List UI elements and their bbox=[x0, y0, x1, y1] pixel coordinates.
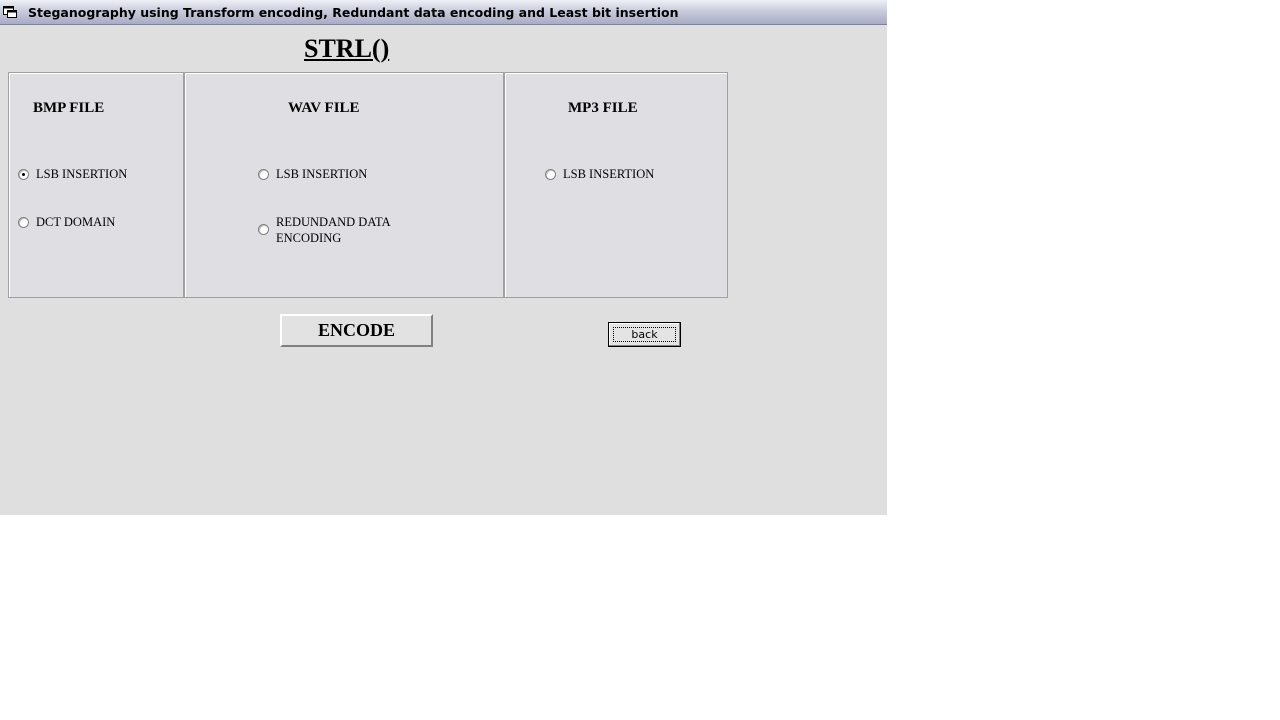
focus-rectangle bbox=[613, 327, 676, 342]
radio-button[interactable] bbox=[545, 169, 556, 180]
radio-label: LSB INSERTION bbox=[563, 167, 655, 181]
radio-button[interactable] bbox=[18, 217, 29, 228]
radio-label: LSB INSERTION bbox=[36, 167, 128, 181]
mp3-file-title: MP3 FILE bbox=[568, 100, 638, 116]
radio-label: DCT DOMAIN bbox=[36, 215, 116, 229]
back-button[interactable]: back bbox=[608, 322, 681, 347]
mp3-lsb-insertion-option[interactable]: LSB INSERTION bbox=[545, 166, 654, 182]
window-title: Steganography using Transform encoding, … bbox=[28, 5, 679, 20]
radio-button-checked[interactable] bbox=[18, 169, 29, 180]
page-title: STRL() bbox=[304, 34, 390, 63]
bmp-dct-domain-option[interactable]: DCT DOMAIN bbox=[18, 214, 115, 230]
bmp-file-panel: BMP FILE LSB INSERTION DCT DOMAIN bbox=[8, 72, 184, 298]
radio-button[interactable] bbox=[258, 224, 269, 235]
radio-button[interactable] bbox=[258, 169, 269, 180]
bmp-file-title: BMP FILE bbox=[33, 100, 105, 116]
mp3-file-panel: MP3 FILE LSB INSERTION bbox=[504, 72, 728, 298]
wav-file-title: WAV FILE bbox=[288, 100, 360, 116]
wav-lsb-insertion-option[interactable]: LSB INSERTION bbox=[258, 166, 367, 182]
title-bar[interactable]: Steganography using Transform encoding, … bbox=[0, 0, 887, 25]
encode-button[interactable]: ENCODE bbox=[280, 314, 433, 347]
wav-file-panel: WAV FILE LSB INSERTION REDUNDAND DATA EN… bbox=[184, 72, 504, 298]
radio-label: LSB INSERTION bbox=[276, 167, 368, 181]
app-window: Steganography using Transform encoding, … bbox=[0, 0, 887, 515]
window-icon bbox=[3, 6, 17, 18]
bmp-lsb-insertion-option[interactable]: LSB INSERTION bbox=[18, 166, 127, 182]
wav-redundand-data-encoding-option[interactable]: REDUNDAND DATA ENCODING bbox=[258, 214, 428, 246]
radio-label: REDUNDAND DATA ENCODING bbox=[276, 215, 390, 245]
